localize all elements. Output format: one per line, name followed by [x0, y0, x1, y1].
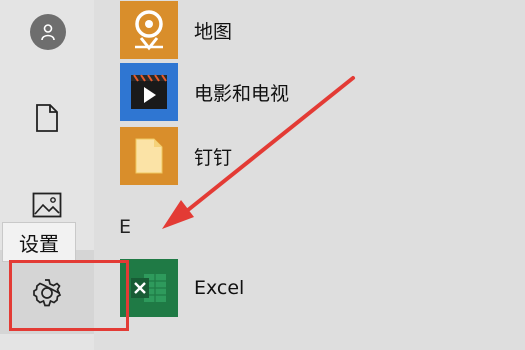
user-avatar-icon[interactable]	[30, 14, 66, 50]
app-label-excel: Excel	[194, 277, 245, 299]
maps-icon	[120, 1, 178, 59]
app-item-maps[interactable]: 地图	[120, 0, 520, 60]
pictures-icon[interactable]	[32, 192, 62, 222]
app-label-maps: 地图	[194, 20, 233, 43]
settings-tooltip: 设置	[2, 222, 76, 262]
app-item-dingtalk[interactable]: 钉钉	[120, 126, 520, 186]
app-label-movies-tv: 电影和电视	[194, 82, 290, 105]
annotation-highlight-box	[9, 260, 129, 331]
movies-tv-icon	[120, 63, 178, 121]
folder-icon	[120, 127, 178, 185]
app-item-movies-tv[interactable]: 电影和电视	[120, 62, 520, 122]
app-item-excel[interactable]: Excel	[120, 258, 520, 318]
app-label-dingtalk: 钉钉	[194, 146, 233, 169]
document-icon[interactable]	[35, 104, 59, 136]
section-header-letter[interactable]: E	[119, 216, 131, 238]
